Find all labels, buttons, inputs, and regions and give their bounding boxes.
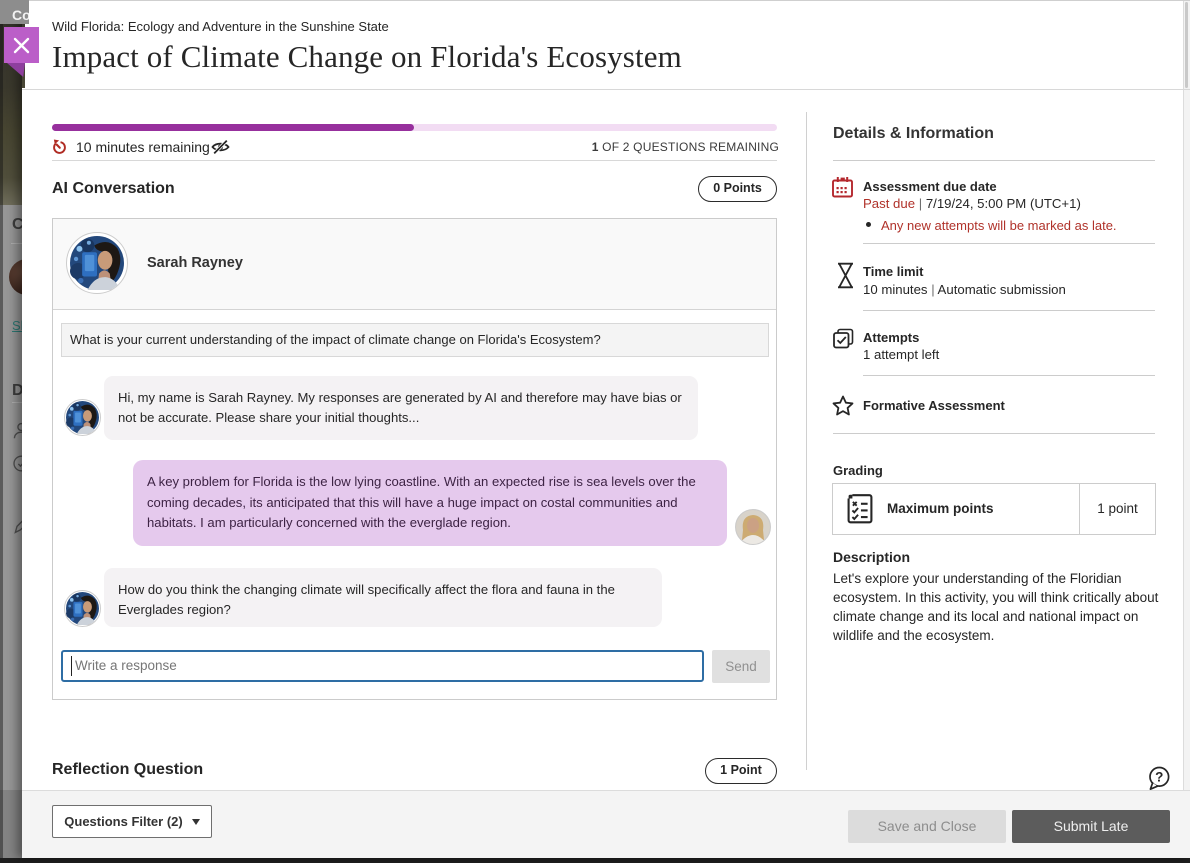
svg-text:?: ? (1155, 770, 1163, 785)
